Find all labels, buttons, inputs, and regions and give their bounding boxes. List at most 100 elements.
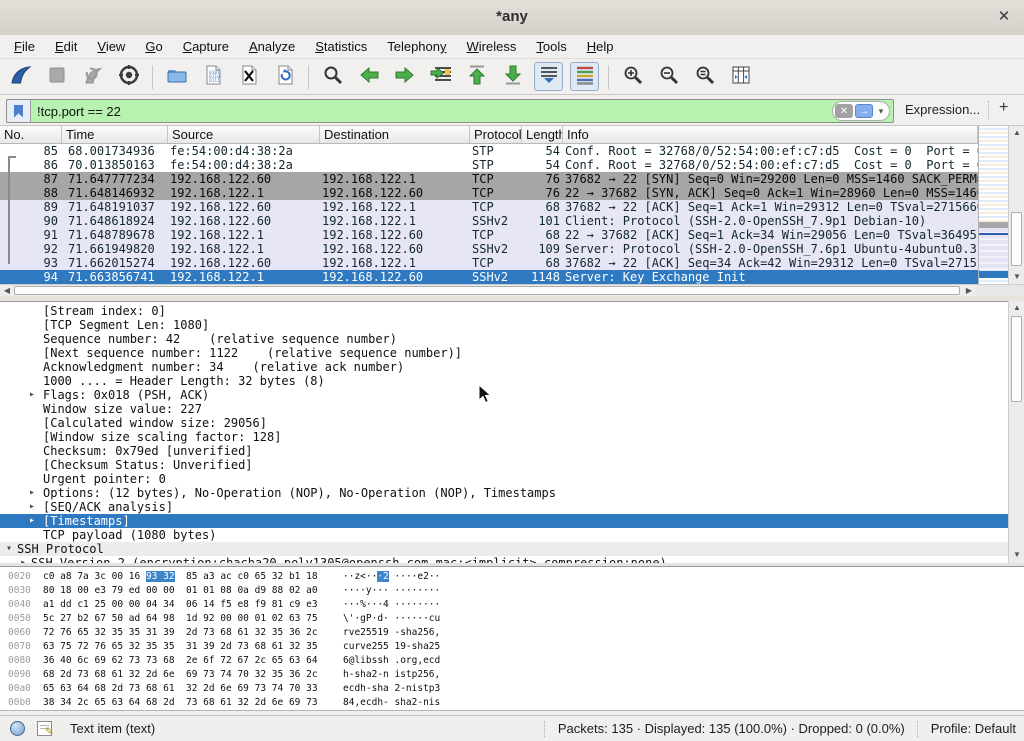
menu-item-telephony[interactable]: Telephony bbox=[377, 37, 456, 56]
hex-row-0080[interactable]: 008036 40 6c 69 62 73 73 68 2e 6f 72 67 … bbox=[0, 654, 1024, 668]
toolbar-reload-file-button[interactable] bbox=[270, 62, 299, 91]
menu-item-analyze[interactable]: Analyze bbox=[239, 37, 305, 56]
hex-bytes[interactable]: 72 76 65 32 35 35 31 39 2d 73 68 61 32 3… bbox=[43, 626, 318, 640]
collapse-arrow-icon[interactable]: ▾ bbox=[6, 542, 12, 556]
hex-ascii[interactable]: 6@libssh .org,ecd bbox=[343, 654, 440, 668]
expert-info-button[interactable] bbox=[10, 721, 25, 736]
detail-line[interactable]: [Stream index: 0] bbox=[0, 304, 1024, 318]
toolbar-go-first-button[interactable] bbox=[462, 62, 491, 91]
hex-bytes[interactable]: 38 34 2c 65 63 64 68 2d 73 68 61 32 2d 6… bbox=[43, 696, 318, 710]
detail-line[interactable]: [Next sequence number: 1122 (relative se… bbox=[0, 346, 1024, 360]
toolbar-stop-capture-button[interactable] bbox=[42, 62, 71, 91]
hex-ascii[interactable]: ecdh-sha 2-nistp3 bbox=[343, 682, 440, 696]
hex-bytes[interactable]: c0 a8 7a 3c 00 16 93 32 85 a3 ac c0 65 3… bbox=[43, 570, 318, 584]
hex-bytes[interactable]: 68 2d 73 68 61 32 2d 6e 69 73 74 70 32 3… bbox=[43, 668, 318, 682]
packet-row-91[interactable]: 9171.648789678192.168.122.1192.168.122.6… bbox=[0, 228, 978, 242]
clear-filter-button[interactable]: ✕ bbox=[835, 104, 853, 118]
expand-arrow-icon[interactable]: ▸ bbox=[20, 556, 26, 563]
detail-line[interactable]: ▸Flags: 0x018 (PSH, ACK) bbox=[0, 388, 1024, 402]
hex-row-0090[interactable]: 009068 2d 73 68 61 32 2d 6e 69 73 74 70 … bbox=[0, 668, 1024, 682]
toolbar-open-file-button[interactable] bbox=[162, 62, 191, 91]
hex-bytes[interactable]: 63 75 72 76 65 32 35 35 31 39 2d 73 68 6… bbox=[43, 640, 318, 654]
toolbar-capture-options-button[interactable] bbox=[114, 62, 143, 91]
hex-ascii[interactable]: ··z<···2 ····e2·· bbox=[343, 570, 440, 584]
toolbar-resize-columns-button[interactable] bbox=[726, 62, 755, 91]
hex-ascii[interactable]: 84,ecdh- sha2-nis bbox=[343, 696, 440, 710]
column-header-destination[interactable]: Destination bbox=[320, 126, 470, 143]
column-header-length[interactable]: Length bbox=[522, 126, 563, 143]
toolbar-save-file-button[interactable]: 010101100111 bbox=[198, 62, 227, 91]
close-button[interactable]: ✕ bbox=[994, 7, 1014, 27]
detail-line[interactable]: [Calculated window size: 29056] bbox=[0, 416, 1024, 430]
profile-label[interactable]: Profile: Default bbox=[931, 721, 1016, 736]
hex-row-0060[interactable]: 006072 76 65 32 35 35 31 39 2d 73 68 61 … bbox=[0, 626, 1024, 640]
packet-row-94[interactable]: 9471.663856741192.168.122.1192.168.122.6… bbox=[0, 270, 978, 284]
packet-list-vscrollbar[interactable]: ▲ ▼ bbox=[1008, 126, 1024, 284]
hex-row-00b0[interactable]: 00b038 34 2c 65 63 64 68 2d 73 68 61 32 … bbox=[0, 696, 1024, 710]
detail-line[interactable]: TCP payload (1080 bytes) bbox=[0, 528, 1024, 542]
toolbar-zoom-100-button[interactable] bbox=[690, 62, 719, 91]
toolbar-find-packet-button[interactable] bbox=[318, 62, 347, 91]
column-header-info[interactable]: Info bbox=[563, 126, 978, 143]
detail-line[interactable]: Window size value: 227 bbox=[0, 402, 1024, 416]
column-header-time[interactable]: Time bbox=[62, 126, 168, 143]
menu-item-wireless[interactable]: Wireless bbox=[457, 37, 527, 56]
detail-line[interactable]: Checksum: 0x79ed [unverified] bbox=[0, 444, 1024, 458]
add-filter-button[interactable]: + bbox=[999, 99, 1008, 117]
hex-row-0070[interactable]: 007063 75 72 76 65 32 35 35 31 39 2d 73 … bbox=[0, 640, 1024, 654]
hex-bytes[interactable]: a1 dd c1 25 00 00 04 34 06 14 f5 e8 f9 8… bbox=[43, 598, 318, 612]
menu-item-file[interactable]: File bbox=[4, 37, 45, 56]
expand-arrow-icon[interactable]: ▸ bbox=[29, 486, 35, 500]
menu-item-tools[interactable]: Tools bbox=[526, 37, 576, 56]
expand-arrow-icon[interactable]: ▸ bbox=[29, 500, 35, 514]
detail-line[interactable]: Urgent pointer: 0 bbox=[0, 472, 1024, 486]
column-header-no[interactable]: No. bbox=[0, 126, 62, 143]
hex-bytes[interactable]: 5c 27 b2 67 50 ad 64 98 1d 92 00 00 01 0… bbox=[43, 612, 318, 626]
hex-ascii[interactable]: ···%···4 ········ bbox=[343, 598, 440, 612]
hex-row-0020[interactable]: 0020c0 a8 7a 3c 00 16 93 32 85 a3 ac c0 … bbox=[0, 570, 1024, 584]
hex-row-00a0[interactable]: 00a065 63 64 68 2d 73 68 61 32 2d 6e 69 … bbox=[0, 682, 1024, 696]
scroll-down-arrow-icon[interactable]: ▼ bbox=[1009, 548, 1024, 562]
hex-ascii[interactable]: curve255 19-sha25 bbox=[343, 640, 440, 654]
detail-line[interactable]: [TCP Segment Len: 1080] bbox=[0, 318, 1024, 332]
packet-row-88[interactable]: 8871.648146932192.168.122.1192.168.122.6… bbox=[0, 186, 978, 200]
packet-row-89[interactable]: 8971.648191037192.168.122.60192.168.122.… bbox=[0, 200, 978, 214]
menu-item-view[interactable]: View bbox=[87, 37, 135, 56]
column-header-protocol[interactable]: Protocol bbox=[470, 126, 522, 143]
detail-line[interactable]: [Checksum Status: Unverified] bbox=[0, 458, 1024, 472]
detail-line[interactable]: [Window size scaling factor: 128] bbox=[0, 430, 1024, 444]
hex-row-0050[interactable]: 00505c 27 b2 67 50 ad 64 98 1d 92 00 00 … bbox=[0, 612, 1024, 626]
hex-row-0040[interactable]: 0040a1 dd c1 25 00 00 04 34 06 14 f5 e8 … bbox=[0, 598, 1024, 612]
toolbar-zoom-out-button[interactable] bbox=[654, 62, 683, 91]
toolbar-zoom-in-button[interactable] bbox=[618, 62, 647, 91]
hex-bytes[interactable]: 65 63 64 68 2d 73 68 61 32 2d 6e 69 73 7… bbox=[43, 682, 318, 696]
detail-line[interactable]: 1000 .... = Header Length: 32 bytes (8) bbox=[0, 374, 1024, 388]
toolbar-start-capture-button[interactable] bbox=[6, 62, 35, 91]
filter-input[interactable] bbox=[31, 104, 832, 119]
hex-ascii[interactable]: rve25519 -sha256, bbox=[343, 626, 440, 640]
detail-line[interactable]: ▸Options: (12 bytes), No-Operation (NOP)… bbox=[0, 486, 1024, 500]
packet-list-hscrollbar[interactable]: ◀ ▶ bbox=[0, 284, 976, 296]
hex-row-0030[interactable]: 003080 18 00 e3 79 ed 00 00 01 01 08 0a … bbox=[0, 584, 1024, 598]
menu-item-statistics[interactable]: Statistics bbox=[305, 37, 377, 56]
packet-row-90[interactable]: 9071.648618924192.168.122.60192.168.122.… bbox=[0, 214, 978, 228]
menu-item-capture[interactable]: Capture bbox=[173, 37, 239, 56]
hex-bytes[interactable]: 36 40 6c 69 62 73 73 68 2e 6f 72 67 2c 6… bbox=[43, 654, 318, 668]
detail-line[interactable]: ▸[Timestamps] bbox=[0, 514, 1024, 528]
packet-row-87[interactable]: 8771.647777234192.168.122.60192.168.122.… bbox=[0, 172, 978, 186]
expand-arrow-icon[interactable]: ▸ bbox=[29, 514, 35, 528]
packet-row-93[interactable]: 9371.662015274192.168.122.60192.168.122.… bbox=[0, 256, 978, 270]
toolbar-go-to-packet-button[interactable] bbox=[426, 62, 455, 91]
menu-item-edit[interactable]: Edit bbox=[45, 37, 87, 56]
expression-button[interactable]: Expression... bbox=[905, 102, 980, 117]
scrollbar-thumb[interactable] bbox=[1011, 316, 1022, 402]
column-header-source[interactable]: Source bbox=[168, 126, 320, 143]
capture-comment-button[interactable]: ✎ bbox=[37, 721, 52, 736]
scroll-down-arrow-icon[interactable]: ▼ bbox=[1009, 270, 1024, 284]
detail-line[interactable]: ▾SSH Protocol bbox=[0, 542, 1024, 556]
filter-dropdown-button[interactable]: ▾ bbox=[875, 104, 887, 118]
expand-arrow-icon[interactable]: ▸ bbox=[29, 388, 35, 402]
hex-bytes[interactable]: 80 18 00 e3 79 ed 00 00 01 01 08 0a d9 8… bbox=[43, 584, 318, 598]
detail-line[interactable]: Acknowledgment number: 34 (relative ack … bbox=[0, 360, 1024, 374]
packet-row-85[interactable]: 8568.001734936fe:54:00:d4:38:2aSTP54Conf… bbox=[0, 144, 978, 158]
